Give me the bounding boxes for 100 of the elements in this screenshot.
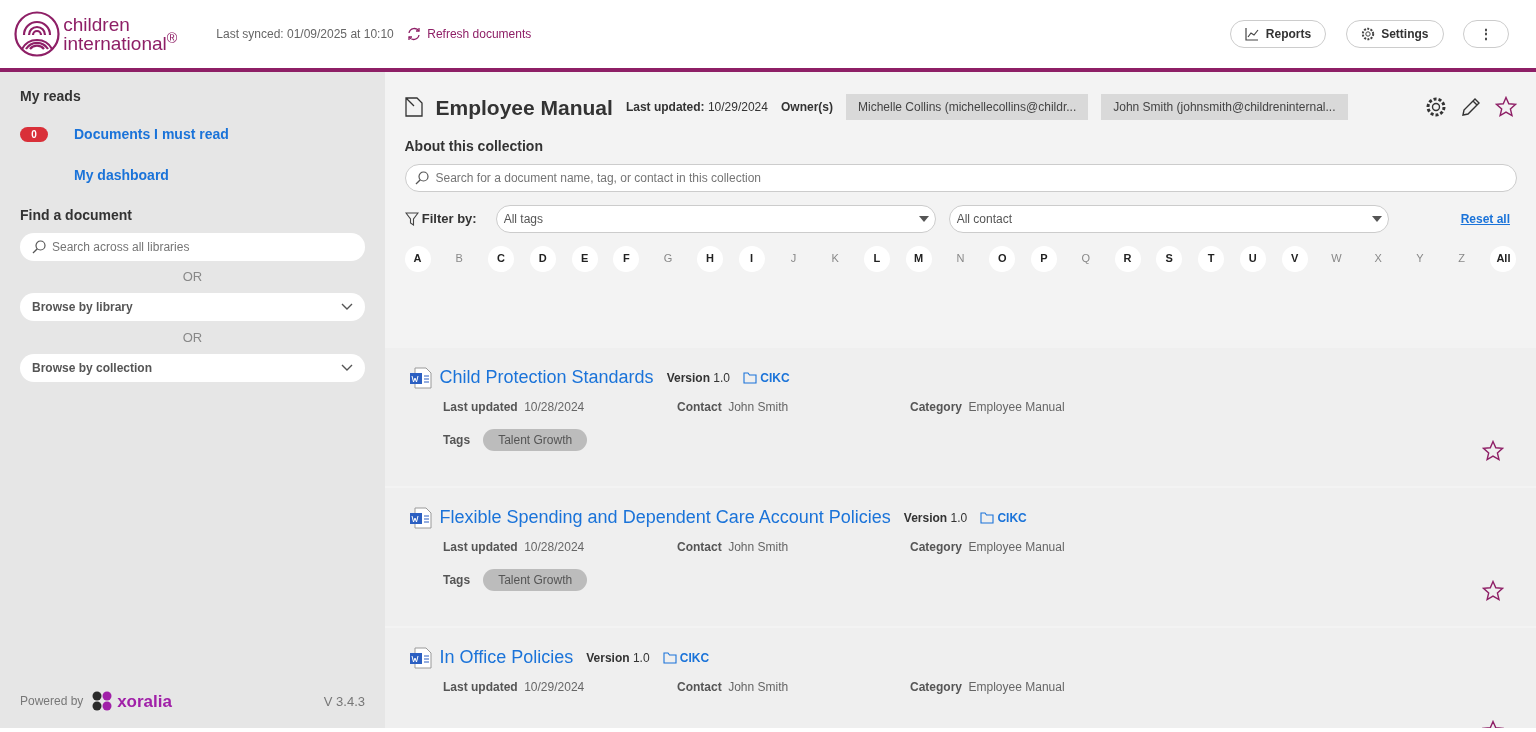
field-label: Category <box>910 398 962 416</box>
vendor-name: xoralia <box>117 690 172 713</box>
refresh-icon <box>406 27 421 41</box>
field-label: Contact <box>677 398 722 416</box>
filter-dropdown[interactable]: All contact <box>949 204 1390 233</box>
field-label: Last updated <box>443 538 518 556</box>
owner-chip: Michelle Collins (michellecollins@childr... <box>846 94 1089 121</box>
field-value: 10/29/2024 <box>524 678 585 696</box>
reset-link[interactable]: Reset all <box>1460 209 1510 228</box>
library-link[interactable]: CIKC <box>662 648 710 667</box>
favorite-star-icon[interactable] <box>1482 580 1504 602</box>
field-value: 10/28/2024 <box>524 398 585 416</box>
field-label: Last updated <box>443 398 518 416</box>
version-text: V 3.4.3 <box>323 692 365 711</box>
dropdown[interactable]: Browse by collection <box>20 353 365 382</box>
line-chart-icon <box>1245 27 1260 41</box>
more-button[interactable]: ⋮ <box>1463 20 1509 48</box>
letter-filter[interactable]: H <box>696 245 723 272</box>
favorite-star-icon[interactable] <box>1482 440 1504 462</box>
pencil-icon <box>1459 96 1482 119</box>
search-icon <box>32 239 46 254</box>
word-file-icon <box>409 365 433 390</box>
caret-down-icon <box>918 215 929 222</box>
version-text: Version 1.0 <box>903 509 968 527</box>
settings-icon <box>1360 27 1375 41</box>
letter-filter[interactable]: S <box>1156 245 1183 272</box>
library-link[interactable]: CIKC <box>743 368 790 387</box>
document-title-link[interactable]: Child Protection Standards <box>439 364 654 391</box>
settings-button[interactable]: Settings <box>1345 20 1444 48</box>
count-badge: 0 <box>20 127 48 143</box>
last-updated-text: Last updated: 10/29/2024 <box>625 99 768 117</box>
version-text: Version 1.0 <box>666 369 730 387</box>
field-value: Employee Manual <box>968 398 1065 416</box>
document-title-link[interactable]: Flexible Spending and Dependent Care Account Policies <box>439 504 891 531</box>
letter-filter[interactable]: C <box>488 245 515 272</box>
reports-button[interactable]: Reports <box>1230 20 1327 48</box>
refresh-link[interactable]: Refresh documents <box>406 25 532 43</box>
filter-icon <box>404 211 419 226</box>
word-file-icon <box>409 645 433 670</box>
brand-name: children international$^{®}$ <box>63 15 178 53</box>
search-field[interactable]: Search for a document name, tag, or contact in this collection <box>404 163 1517 192</box>
field-value: Employee Manual <box>968 678 1065 696</box>
field-value: John Smith <box>728 538 789 556</box>
folder-icon <box>743 371 757 384</box>
field-label: Last updated <box>443 678 518 696</box>
separator-text: OR <box>181 328 204 347</box>
letter-filter[interactable]: F <box>613 245 640 272</box>
sidebar-link[interactable]: My dashboard <box>74 164 169 186</box>
letter-filter[interactable]: P <box>1031 245 1057 272</box>
field-value: John Smith <box>728 398 789 416</box>
chevron-down-icon <box>341 363 353 372</box>
letter-filter[interactable]: All <box>1490 245 1517 272</box>
sync-status: Last synced: 01/09/2025 at 10:10 <box>216 26 394 43</box>
tag-chip: Talent Growth <box>483 428 588 451</box>
field-value: 10/28/2024 <box>524 538 585 556</box>
letter-filter[interactable]: V <box>1281 245 1308 272</box>
collection-title: Employee Manual <box>435 94 613 121</box>
letter-filter[interactable]: E <box>571 245 598 272</box>
sidebar-link[interactable]: Documents I must read <box>74 123 229 145</box>
owner-chip: John Smith (johnsmith@childreninternal... <box>1101 94 1348 121</box>
field-label: Contact <box>677 678 722 696</box>
logo-rings-icon <box>14 11 60 57</box>
section-title: Find a document <box>20 206 133 226</box>
document-icon <box>404 97 423 118</box>
letter-filter[interactable]: R <box>1114 245 1141 272</box>
chevron-down-icon <box>341 303 353 312</box>
settings-icon <box>1424 96 1447 119</box>
letter-filter[interactable]: M <box>905 245 932 272</box>
tags-label: Tags <box>443 431 471 449</box>
dropdown[interactable]: Browse by library <box>20 293 365 322</box>
folder-icon <box>980 511 995 524</box>
search-icon <box>414 170 429 185</box>
field-label: Category <box>910 678 962 696</box>
filter-dropdown[interactable]: All tags <box>496 204 937 233</box>
letter-filter[interactable]: U <box>1239 245 1266 272</box>
folder-icon <box>662 651 677 664</box>
owners-label: Owner(s) <box>780 99 833 117</box>
version-text: Version 1.0 <box>586 649 650 667</box>
filter-label: Filter by: <box>421 209 477 228</box>
caret-down-icon <box>1371 215 1382 222</box>
tags-label: Tags <box>443 571 471 589</box>
field-label: Contact <box>677 538 722 556</box>
tag-chip: Talent Growth <box>483 568 588 591</box>
field-value: Employee Manual <box>968 538 1065 556</box>
letter-filter[interactable]: A <box>404 245 431 272</box>
letter-filter[interactable]: I <box>738 245 765 272</box>
section-title: My reads <box>20 87 82 106</box>
letter-filter[interactable]: T <box>1198 245 1225 272</box>
document-title-link[interactable]: In Office Policies <box>439 644 574 671</box>
word-file-icon <box>409 505 433 530</box>
field-value: John Smith <box>728 678 789 696</box>
powered-by-text: Powered by <box>20 693 84 711</box>
separator-text: OR <box>181 268 204 287</box>
library-link[interactable]: CIKC <box>980 508 1027 527</box>
letter-filter[interactable]: O <box>989 245 1016 272</box>
letter-filter[interactable]: D <box>529 245 556 272</box>
section-title: About this collection <box>404 137 544 156</box>
letter-filter[interactable]: L <box>863 245 890 272</box>
field-label: Category <box>910 538 962 556</box>
search-field[interactable]: Search across all libraries <box>20 232 365 261</box>
